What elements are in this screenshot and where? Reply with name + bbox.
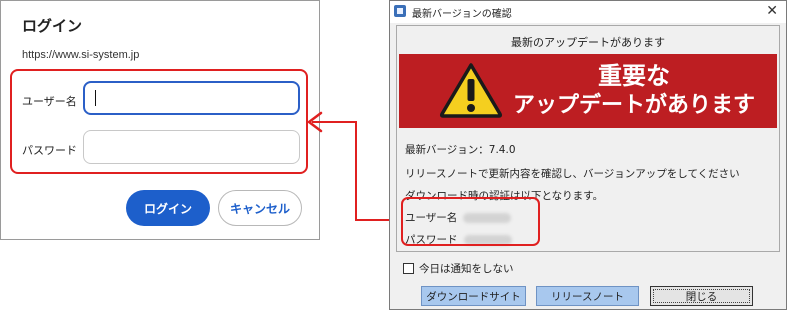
download-site-button[interactable]: ダウンロードサイト (421, 286, 526, 306)
login-url: https://www.si-system.jp (22, 49, 140, 61)
login-button[interactable]: ログイン (126, 190, 210, 226)
update-heading: 最新のアップデートがあります (511, 36, 665, 49)
credentials-highlight-box (10, 69, 308, 174)
latest-version-text: 最新バージョン：7.4.0 (405, 144, 516, 156)
close-icon[interactable]: ✕ (766, 2, 778, 20)
banner-text: 重要な アップデートがあります (509, 62, 759, 120)
banner-line-1: 重要な (598, 62, 670, 90)
login-dialog-title: ログイン (22, 17, 83, 35)
warning-icon (439, 63, 503, 118)
close-button[interactable]: 閉じる (650, 286, 753, 306)
release-note-instruction: リリースノートで更新内容を確認し、バージョンアップをしてください (405, 168, 740, 180)
window-title: 最新バージョンの確認 (412, 9, 512, 20)
no-notify-checkbox[interactable] (403, 263, 414, 274)
app-icon (394, 5, 406, 17)
cancel-button[interactable]: キャンセル (218, 190, 302, 226)
update-window: 最新バージョンの確認 ✕ 最新のアップデートがあります 重要な アップデートがあ… (389, 0, 787, 310)
important-update-banner: 重要な アップデートがあります (399, 54, 777, 128)
release-notes-button[interactable]: リリースノート (536, 286, 639, 306)
window-titlebar: 最新バージョンの確認 ✕ (390, 1, 786, 23)
no-notify-today-option[interactable]: 今日は通知をしない (403, 261, 514, 276)
download-credentials-highlight-box (401, 197, 540, 246)
no-notify-label: 今日は通知をしない (419, 263, 514, 275)
banner-line-2: アップデートがあります (512, 93, 755, 118)
